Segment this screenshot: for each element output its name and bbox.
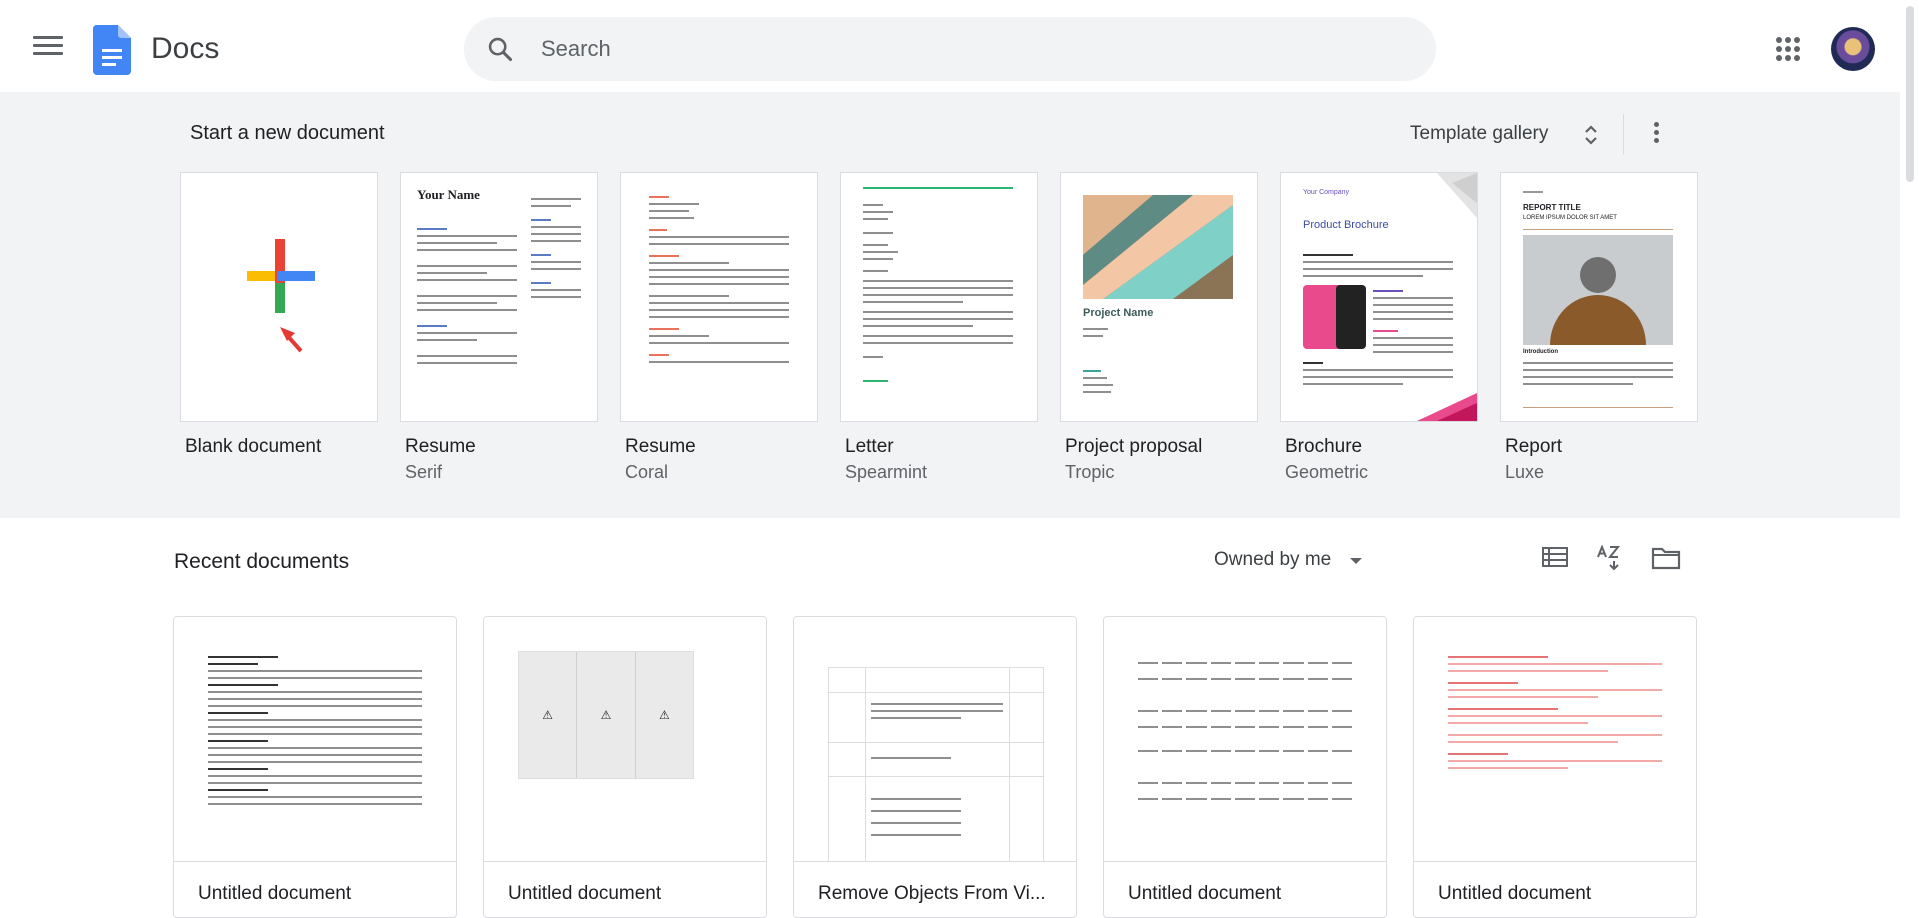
document-name: Untitled document: [508, 883, 662, 904]
document-name: Remove Objects From Vi...: [818, 883, 1046, 904]
preview-heading: Project Name: [1083, 307, 1154, 319]
template-project-proposal[interactable]: Project Name Project proposal Tropic: [1060, 172, 1260, 483]
template-resume-serif[interactable]: Your Name Resume Serif: [400, 172, 600, 483]
warning-icon: ⚠: [577, 652, 636, 778]
preview-subheading: LOREM IPSUM DOLOR SIT AMET: [1523, 215, 1617, 221]
apps-icon[interactable]: [1776, 37, 1800, 61]
document-thumbnail: [1414, 617, 1696, 862]
template-letter-spearmint[interactable]: Letter Spearmint: [840, 172, 1040, 483]
search-input[interactable]: [539, 33, 1403, 65]
plus-icon: [247, 239, 315, 353]
document-name: Untitled document: [1128, 883, 1282, 904]
template-report[interactable]: REPORT TITLE LOREM IPSUM DOLOR SIT AMET …: [1500, 172, 1700, 483]
unfold-icon: [1585, 125, 1597, 145]
preview-company: Your Company: [1303, 189, 1350, 196]
template-name: Resume: [405, 436, 476, 457]
document-card[interactable]: Remove Objects From Vi...: [793, 616, 1077, 918]
header: Docs: [0, 0, 1900, 92]
list-view-icon[interactable]: [1541, 545, 1569, 569]
template-subname: Tropic: [1065, 462, 1115, 482]
template-subname: Spearmint: [845, 462, 928, 482]
template-subname: Luxe: [1505, 462, 1545, 482]
template-thumbnail: [620, 172, 818, 422]
docs-logo-icon[interactable]: [93, 25, 131, 75]
template-name: Project proposal: [1065, 436, 1203, 457]
document-card[interactable]: Untitled document: [1103, 616, 1387, 918]
document-card[interactable]: Untitled document: [1413, 616, 1697, 918]
search-icon[interactable]: [486, 35, 514, 63]
template-name: Letter: [845, 436, 894, 457]
sort-az-icon[interactable]: [1596, 545, 1626, 571]
template-thumbnail: Project Name: [1060, 172, 1258, 422]
menu-icon[interactable]: [33, 36, 63, 60]
template-gallery-button[interactable]: Template gallery: [1390, 114, 1620, 154]
document-thumbnail: [794, 617, 1076, 862]
document-thumbnail: ⚠ ⚠ ⚠: [484, 617, 766, 862]
warning-icon: ⚠: [658, 708, 670, 722]
document-card[interactable]: ⚠ ⚠ ⚠ Untitled document: [483, 616, 767, 918]
template-name: Brochure: [1285, 436, 1363, 457]
scrollbar-thumb[interactable]: [1906, 6, 1914, 182]
search-bar[interactable]: [464, 17, 1436, 81]
warning-icon: ⚠: [519, 652, 578, 778]
document-thumbnail: [174, 617, 456, 862]
avatar[interactable]: [1831, 27, 1875, 71]
template-subname: Coral: [625, 462, 669, 482]
template-thumbnail: Your Name: [400, 172, 598, 422]
document-thumbnail: [1104, 617, 1386, 862]
template-name: Report: [1505, 436, 1563, 457]
recent-documents-title: Recent documents: [174, 550, 350, 573]
template-thumbnail: [840, 172, 1038, 422]
preview-heading: Product Brochure: [1303, 219, 1389, 231]
template-resume-coral[interactable]: Resume Coral: [620, 172, 820, 483]
more-vert-icon[interactable]: [1644, 122, 1668, 146]
template-gallery-label: Template gallery: [1410, 123, 1549, 144]
template-brochure[interactable]: Your Company Product Brochure Brochure G…: [1280, 172, 1480, 483]
owner-filter-label: Owned by me: [1214, 549, 1332, 570]
template-blank[interactable]: Blank document: [180, 172, 380, 458]
template-thumbnail: Your Company Product Brochure: [1280, 172, 1478, 422]
document-card[interactable]: Untitled document: [173, 616, 457, 918]
folder-icon[interactable]: [1651, 545, 1681, 571]
template-name: Resume: [625, 436, 696, 457]
divider: [1623, 114, 1624, 154]
preview-heading: REPORT TITLE: [1523, 203, 1581, 212]
template-thumbnail: REPORT TITLE LOREM IPSUM DOLOR SIT AMET …: [1500, 172, 1698, 422]
section-title: Start a new document: [190, 122, 385, 144]
preview-heading: Your Name: [417, 187, 480, 202]
preview-bottom-graphic: [1417, 393, 1477, 421]
owner-filter-dropdown[interactable]: Owned by me: [1207, 542, 1367, 578]
preview-graphic: [1083, 195, 1233, 299]
preview-intro: Introduction: [1523, 349, 1558, 355]
caret-down-icon: [1350, 558, 1362, 564]
preview-photo: [1523, 235, 1673, 345]
template-subname: Serif: [405, 462, 443, 482]
document-name: Untitled document: [198, 883, 352, 904]
template-thumbnail: [180, 172, 378, 422]
preview-corner-graphic: [1437, 173, 1477, 218]
template-name: Blank document: [185, 436, 322, 457]
template-section: Start a new document Template gallery Bl…: [0, 92, 1900, 518]
template-subname: Geometric: [1285, 462, 1369, 482]
app-title[interactable]: Docs: [151, 32, 219, 66]
document-name: Untitled document: [1438, 883, 1592, 904]
